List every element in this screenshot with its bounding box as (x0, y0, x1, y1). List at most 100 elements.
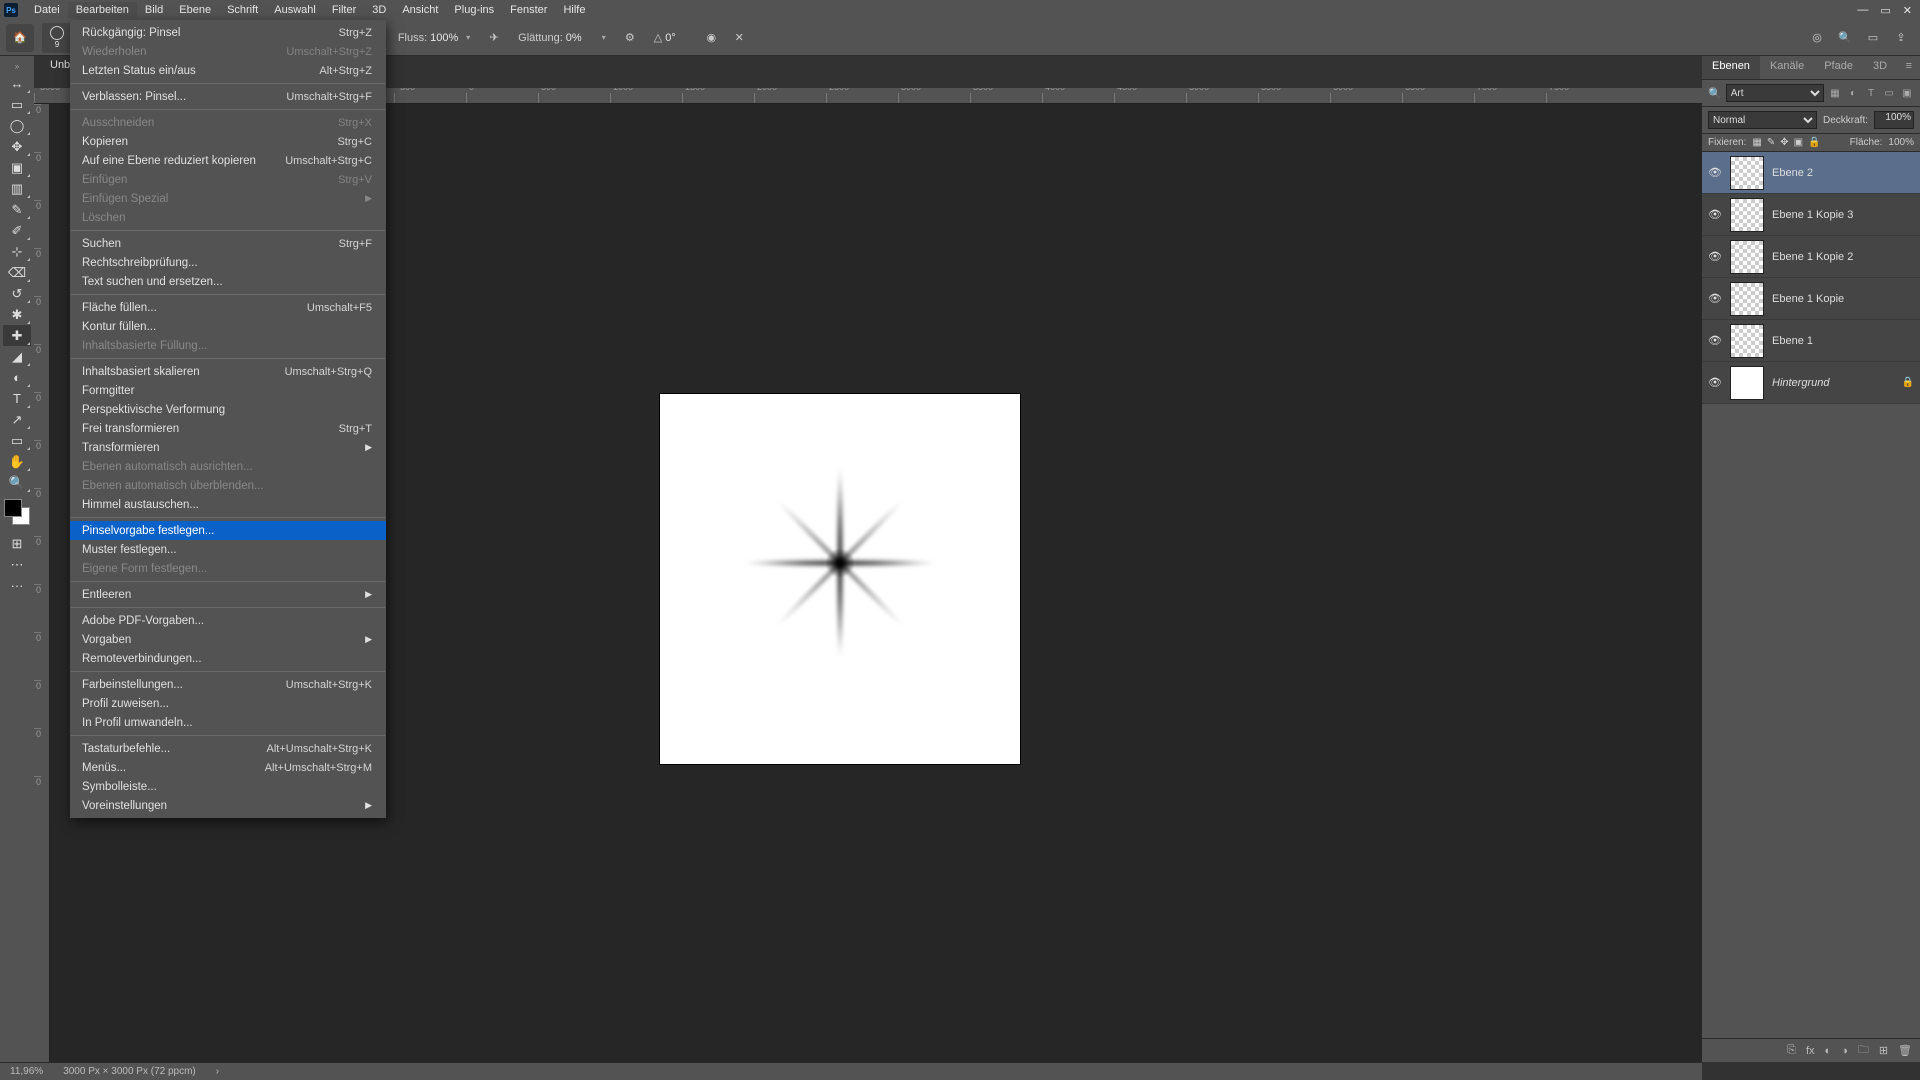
filter-pixel-icon[interactable]: ▦ (1828, 86, 1842, 100)
airbrush-icon[interactable]: ✈ (482, 26, 506, 50)
menu-datei[interactable]: Datei (26, 2, 68, 18)
menu-fenster[interactable]: Fenster (502, 2, 555, 18)
layer-name[interactable]: Ebene 2 (1772, 167, 1914, 179)
tool-16[interactable]: ↗ (3, 409, 31, 430)
menu-item-farbeinstellungen[interactable]: Farbeinstellungen...Umschalt+Strg+K (70, 675, 386, 694)
document-canvas[interactable] (660, 394, 1020, 764)
maximize-button[interactable]: ▭ (1880, 4, 1890, 17)
filter-adjust-icon[interactable]: ◐ (1846, 86, 1860, 100)
tool-11[interactable]: ✱ (3, 304, 31, 325)
menu-item-verblassen-pinsel[interactable]: Verblassen: Pinsel...Umschalt+Strg+F (70, 87, 386, 106)
menu-ebene[interactable]: Ebene (171, 2, 219, 18)
menu-hilfe[interactable]: Hilfe (555, 2, 593, 18)
menu-bearbeiten[interactable]: Bearbeiten (68, 2, 137, 18)
menu-auswahl[interactable]: Auswahl (266, 2, 324, 18)
tool-8[interactable]: ⊹ (3, 241, 31, 262)
menu-item-adobe-pdf-vorgaben[interactable]: Adobe PDF-Vorgaben... (70, 611, 386, 630)
tool-18[interactable]: ✋ (3, 451, 31, 472)
link-layers-icon[interactable]: ⎘ (1787, 1044, 1796, 1057)
pressure-size-icon[interactable]: ◉ (699, 26, 723, 50)
menu-3d[interactable]: 3D (364, 2, 394, 18)
home-button[interactable]: 🏠 (6, 24, 34, 52)
layer-row[interactable]: 👁 Ebene 1 Kopie 2 (1702, 236, 1920, 278)
select-subject-icon[interactable]: ◎ (1808, 29, 1826, 47)
menu-item-rechtschreibpr-fung[interactable]: Rechtschreibprüfung... (70, 253, 386, 272)
tool-1[interactable]: ▭ (3, 94, 31, 115)
menu-item-symbolleiste[interactable]: Symbolleiste... (70, 777, 386, 796)
menu-item-text-suchen-und-ersetzen[interactable]: Text suchen und ersetzen... (70, 272, 386, 291)
menu-item-voreinstellungen[interactable]: Voreinstellungen▶ (70, 796, 386, 815)
zoom-level[interactable]: 11,96% (10, 1066, 43, 1077)
tool-2[interactable]: ◯ (3, 115, 31, 136)
close-button[interactable]: ✕ (1903, 4, 1912, 17)
layer-visibility-icon[interactable]: 👁 (1708, 166, 1722, 179)
layer-visibility-icon[interactable]: 👁 (1708, 250, 1722, 263)
filter-type-icon[interactable]: T (1864, 86, 1878, 100)
menu-filter[interactable]: Filter (324, 2, 364, 18)
menu-item-tastaturbefehle[interactable]: Tastaturbefehle...Alt+Umschalt+Strg+K (70, 739, 386, 758)
panel-tab-pfade[interactable]: Pfade (1814, 56, 1863, 79)
menu-item-perspektivische-verformung[interactable]: Perspektivische Verformung (70, 400, 386, 419)
layer-name[interactable]: Ebene 1 Kopie (1772, 293, 1914, 305)
layer-filter-select[interactable]: Art (1726, 84, 1824, 102)
layer-name[interactable]: Hintergrund (1772, 377, 1894, 389)
layer-row[interactable]: 👁 Ebene 2 (1702, 152, 1920, 194)
layer-thumbnail[interactable] (1730, 366, 1764, 400)
tool-10[interactable]: ↺ (3, 283, 31, 304)
document-info[interactable]: 3000 Px × 3000 Px (72 ppcm) (63, 1066, 196, 1077)
layer-mask-icon[interactable]: ◐ (1825, 1045, 1832, 1057)
tool-9[interactable]: ⌫ (3, 262, 31, 283)
chevron-down-icon[interactable]: ▾ (462, 32, 474, 44)
tool-0[interactable]: ↔ (3, 73, 31, 94)
color-swatch[interactable] (4, 499, 30, 525)
layer-thumbnail[interactable] (1730, 198, 1764, 232)
lock-transparency-icon[interactable]: ▦ (1752, 137, 1761, 148)
delete-layer-icon[interactable]: 🗑 (1898, 1044, 1912, 1057)
layer-visibility-icon[interactable]: 👁 (1708, 334, 1722, 347)
menu-item-inhaltsbasiert-skalieren[interactable]: Inhaltsbasiert skalierenUmschalt+Strg+Q (70, 362, 386, 381)
menu-item-kontur-f-llen[interactable]: Kontur füllen... (70, 317, 386, 336)
tool-5[interactable]: ▥ (3, 178, 31, 199)
menu-item-fl-che-f-llen[interactable]: Fläche füllen...Umschalt+F5 (70, 298, 386, 317)
angle-input[interactable]: 0° (665, 32, 697, 44)
layer-fill-input[interactable]: 100% (1888, 137, 1914, 148)
lock-pixels-icon[interactable]: ✎ (1767, 137, 1775, 148)
tool-19[interactable]: 🔍 (3, 472, 31, 493)
blend-mode-select[interactable]: Normal (1708, 111, 1817, 129)
panel-tab-3d[interactable]: 3D (1863, 56, 1897, 79)
menu-item-kopieren[interactable]: KopierenStrg+C (70, 132, 386, 151)
workspace-icon[interactable]: ▭ (1864, 29, 1882, 47)
tool-12[interactable]: ✚ (3, 325, 31, 346)
menu-item-entleeren[interactable]: Entleeren▶ (70, 585, 386, 604)
layer-name[interactable]: Ebene 1 Kopie 2 (1772, 251, 1914, 263)
layer-opacity-input[interactable]: 100% (1874, 111, 1914, 129)
menu-item-muster-festlegen[interactable]: Muster festlegen... (70, 540, 386, 559)
layer-thumbnail[interactable] (1730, 240, 1764, 274)
menu-item-himmel-austauschen[interactable]: Himmel austauschen... (70, 495, 386, 514)
tool-4[interactable]: ▣ (3, 157, 31, 178)
tool-extra-1[interactable]: ⋯ (3, 554, 31, 575)
layer-row[interactable]: 👁 Ebene 1 (1702, 320, 1920, 362)
panel-tab-ebenen[interactable]: Ebenen (1702, 56, 1760, 79)
layer-visibility-icon[interactable]: 👁 (1708, 208, 1722, 221)
layer-row[interactable]: 👁Ebene 1 Kopie 3 (1702, 194, 1920, 236)
share-icon[interactable]: ⇪ (1892, 29, 1910, 47)
layer-thumbnail[interactable] (1730, 282, 1764, 316)
menu-item-suchen[interactable]: SuchenStrg+F (70, 234, 386, 253)
layer-thumbnail[interactable] (1730, 324, 1764, 358)
flow-input[interactable]: 100% (430, 32, 462, 44)
filter-shape-icon[interactable]: ▭ (1882, 86, 1896, 100)
tool-6[interactable]: ✎ (3, 199, 31, 220)
layer-visibility-icon[interactable]: 👁 (1708, 292, 1722, 305)
new-layer-icon[interactable]: ⊞ (1879, 1044, 1888, 1057)
menu-item-men-s[interactable]: Menüs...Alt+Umschalt+Strg+M (70, 758, 386, 777)
menu-schrift[interactable]: Schrift (219, 2, 266, 18)
menu-plug-ins[interactable]: Plug-ins (446, 2, 502, 18)
layer-name[interactable]: Ebene 1 (1772, 335, 1914, 347)
tool-13[interactable]: ◢ (3, 346, 31, 367)
menu-item-in-profil-umwandeln[interactable]: In Profil umwandeln... (70, 713, 386, 732)
status-arrow-icon[interactable]: › (216, 1066, 219, 1077)
tool-7[interactable]: ✐ (3, 220, 31, 241)
layer-fx-icon[interactable]: fx (1806, 1045, 1815, 1057)
tool-extra-0[interactable]: ⊞ (3, 533, 31, 554)
